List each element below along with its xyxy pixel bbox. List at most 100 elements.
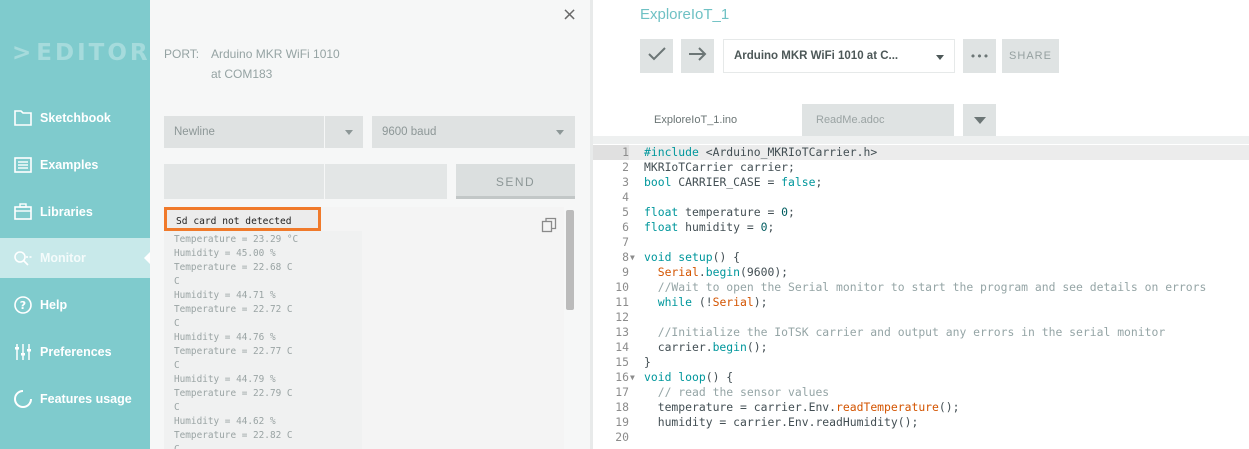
code-text: humidity = carrier.Env.readHumidity(); — [644, 415, 919, 429]
line-number: 4 — [622, 190, 629, 204]
code-text: void setup() { — [644, 250, 741, 264]
code-line[interactable]: 4 — [593, 190, 1249, 205]
line-number: 12 — [615, 310, 629, 324]
fold-toggle-icon[interactable]: ▼ — [630, 370, 635, 385]
libraries-icon — [12, 201, 34, 223]
code-line[interactable]: 15} — [593, 355, 1249, 370]
chevron-down-icon — [345, 130, 353, 135]
code-line[interactable]: 13 //Initialize the IoTSK carrier and ou… — [593, 325, 1249, 340]
upload-button[interactable] — [681, 39, 714, 73]
tab-exploreiot-ino[interactable]: ExploreIoT_1.ino — [640, 104, 794, 136]
sidebar-item-sketchbook[interactable]: Sketchbook — [0, 98, 150, 138]
code-line[interactable]: 10 //Wait to open the Serial monitor to … — [593, 280, 1249, 295]
code-line[interactable]: 3 bool CARRIER_CASE = false; — [593, 175, 1249, 190]
editor-logo: >EDITOR — [12, 40, 151, 66]
svg-text:?: ? — [20, 299, 26, 312]
fold-toggle-icon[interactable]: ▼ — [630, 250, 635, 265]
folder-icon — [12, 107, 34, 129]
port-com: at COM183 — [211, 67, 273, 81]
line-ending-value: Newline — [174, 126, 215, 138]
tab-label: ReadMe.adoc — [816, 114, 885, 126]
code-line[interactable]: 18 temperature = carrier.Env.readTempera… — [593, 400, 1249, 415]
code-line[interactable]: 11 while (!Serial); — [593, 295, 1249, 310]
chevron-down-icon — [973, 116, 986, 124]
code-line[interactable]: 9 Serial.begin(9600); — [593, 265, 1249, 280]
line-number: 16 — [615, 370, 629, 384]
line-number: 15 — [615, 355, 629, 369]
tab-bar-background — [593, 136, 1249, 144]
tab-label: ExploreIoT_1.ino — [654, 113, 738, 126]
port-board: Arduino MKR WiFi 1010 — [211, 47, 340, 61]
code-line[interactable]: 12 — [593, 310, 1249, 325]
sidebar-item-monitor[interactable]: Monitor — [0, 238, 150, 278]
line-number: 6 — [622, 220, 629, 234]
code-text: MKRIoTCarrier carrier; — [644, 160, 795, 174]
highlighted-output-line: Sd card not detected — [164, 207, 321, 231]
code-text: #include <Arduino_MKRIoTCarrier.h> — [644, 145, 878, 159]
serial-output: Temperature = 23.29 °C Humidity = 45.00 … — [164, 207, 564, 449]
line-ending-select[interactable]: Newline — [164, 116, 324, 148]
file-tabs: ExploreIoT_1.ino ReadMe.adoc — [640, 104, 1249, 136]
sketch-title: ExploreIoT_1 — [640, 6, 730, 23]
line-number: 13 — [615, 325, 629, 339]
send-button-shadow — [456, 196, 575, 199]
line-number: 19 — [615, 415, 629, 429]
code-line[interactable]: 1 #include <Arduino_MKRIoTCarrier.h> — [593, 145, 1249, 160]
code-area[interactable]: 1 #include <Arduino_MKRIoTCarrier.h> 2 MKRI… — [593, 144, 1249, 449]
port-label: PORT: — [164, 47, 200, 61]
line-number: 3 — [622, 175, 629, 189]
features-usage-icon — [12, 388, 34, 410]
line-number: 2 — [622, 160, 629, 174]
line-ending-dropdown-button[interactable] — [325, 116, 363, 148]
serial-message-input[interactable] — [164, 164, 324, 199]
tab-readme-adoc[interactable]: ReadMe.adoc — [802, 104, 954, 136]
code-line[interactable]: 5 float temperature = 0; — [593, 205, 1249, 220]
code-text: void loop() { — [644, 370, 734, 384]
serial-message-input-extension[interactable] — [325, 164, 447, 199]
baud-rate-select[interactable]: 9600 baud — [372, 116, 575, 148]
share-button[interactable]: SHARE — [1002, 39, 1059, 73]
code-text: carrier.begin(); — [644, 340, 768, 354]
sidebar: >EDITOR Sketchbook Examples Libraries Mo… — [0, 0, 150, 449]
code-line[interactable]: 6 float humidity = 0; — [593, 220, 1249, 235]
code-line[interactable]: 20 — [593, 430, 1249, 445]
sidebar-item-examples[interactable]: Examples — [0, 145, 150, 185]
code-text: //Initialize the IoTSK carrier and outpu… — [657, 325, 1166, 339]
code-editor: ExploreIoT_1 Arduino MKR WiFi 1010 at C.… — [593, 0, 1249, 449]
more-dots-icon: ••• — [969, 49, 990, 63]
sidebar-item-label: Libraries — [40, 205, 93, 219]
board-select[interactable]: Arduino MKR WiFi 1010 at C... — [723, 39, 955, 73]
close-icon[interactable]: × — [562, 4, 577, 25]
chevron-down-icon — [556, 130, 564, 135]
checkmark-icon — [647, 46, 667, 66]
more-options-button[interactable]: ••• — [963, 39, 996, 73]
help-icon: ? — [12, 294, 34, 316]
code-line[interactable]: 16 ▼ void loop() { — [593, 370, 1249, 385]
copy-icon[interactable] — [541, 217, 557, 233]
line-number: 7 — [622, 235, 629, 249]
code-text: //Wait to open the Serial monitor to sta… — [657, 280, 1207, 294]
code-line[interactable]: 19 humidity = carrier.Env.readHumidity()… — [593, 415, 1249, 430]
sidebar-item-preferences[interactable]: Preferences — [0, 332, 150, 372]
output-scrollbar[interactable] — [566, 210, 574, 310]
sd-card-message: Sd card not detected — [176, 216, 292, 227]
sidebar-item-label: Monitor — [40, 251, 86, 265]
code-text: // read the sensor values — [657, 385, 830, 399]
code-line[interactable]: 2 MKRIoTCarrier carrier; — [593, 160, 1249, 175]
sidebar-item-label: Features usage — [40, 392, 132, 406]
examples-icon — [12, 154, 34, 176]
send-button[interactable]: SEND — [456, 164, 575, 199]
verify-button[interactable] — [640, 39, 673, 73]
sidebar-item-libraries[interactable]: Libraries — [0, 192, 150, 232]
line-number: 20 — [615, 430, 629, 444]
code-line[interactable]: 17 // read the sensor values — [593, 385, 1249, 400]
code-text: float humidity = 0; — [644, 220, 775, 234]
code-line[interactable]: 14 carrier.begin(); — [593, 340, 1249, 355]
preferences-icon — [12, 341, 34, 363]
code-line[interactable]: 7 — [593, 235, 1249, 250]
sidebar-item-help[interactable]: ? Help — [0, 285, 150, 325]
code-line[interactable]: 8 ▼ void setup() { — [593, 250, 1249, 265]
code-text: float temperature = 0; — [644, 205, 795, 219]
tabs-menu-button[interactable] — [963, 104, 996, 136]
sidebar-item-features-usage[interactable]: Features usage — [0, 379, 150, 419]
